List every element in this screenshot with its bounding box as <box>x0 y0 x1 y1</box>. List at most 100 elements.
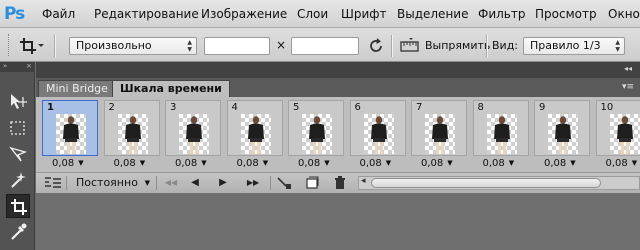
frame-delay-select[interactable]: 0,08 ▼ <box>52 158 84 169</box>
menu-view[interactable]: Просмотр <box>535 7 597 21</box>
animation-frame[interactable]: 7 0,08 ▼ <box>411 100 467 170</box>
frames-scrollbar[interactable]: ◂ <box>358 176 640 190</box>
quick-selection-tool[interactable] <box>6 168 30 192</box>
scrollbar-thumb[interactable] <box>371 178 601 188</box>
height-input[interactable] <box>291 37 359 55</box>
animation-frame[interactable]: 8 0,08 ▼ <box>472 100 529 170</box>
frame-cell[interactable]: 2 <box>103 100 160 156</box>
animation-frame[interactable]: 6 0,08 ▼ <box>349 100 406 170</box>
straighten-button[interactable]: Выпрямить <box>425 39 490 52</box>
frame-number: 6 <box>354 102 361 113</box>
dropdown-arrow-icon: ▼ <box>324 159 330 167</box>
person-figure-icon <box>247 116 264 154</box>
panel-menu-icon[interactable]: ▾≡ <box>622 82 634 92</box>
person-figure-icon <box>555 116 571 154</box>
collapse-icon[interactable]: » <box>3 62 7 70</box>
crop-tool[interactable] <box>6 194 30 218</box>
frame-delay-select[interactable]: 0,08 ▼ <box>175 158 207 169</box>
frame-delay-select[interactable]: 0,08 ▼ <box>544 158 576 169</box>
scroll-left-icon[interactable]: ◂ <box>361 176 366 186</box>
frame-cell[interactable]: 8 <box>472 100 529 156</box>
move-tool[interactable] <box>6 90 30 114</box>
frame-number: 5 <box>293 102 300 113</box>
animation-frame[interactable]: 3 0,08 ▼ <box>165 100 221 170</box>
crop-icon <box>20 38 44 54</box>
frame-cell[interactable]: 3 <box>165 100 221 156</box>
eyedropper-tool[interactable] <box>6 220 30 244</box>
crop-tool-preset-button[interactable] <box>18 36 44 56</box>
frame-thumbnail[interactable] <box>117 114 148 154</box>
duplicate-frame-button[interactable] <box>304 175 320 191</box>
frame-thumbnail[interactable] <box>425 114 455 154</box>
crop-ratio-value: Произвольно <box>76 39 152 52</box>
frame-thumbnail[interactable] <box>548 114 578 154</box>
menu-window[interactable]: Окно <box>608 7 640 21</box>
menu-layers[interactable]: Слои <box>297 7 328 21</box>
frame-cell[interactable]: 4 <box>226 100 283 156</box>
tween-button[interactable] <box>276 175 294 191</box>
frame-delay-select[interactable]: 0,08 ▼ <box>114 158 146 169</box>
frame-cell[interactable]: 1 <box>42 100 98 156</box>
ps-logo: Ps <box>4 4 25 24</box>
crop-ratio-select[interactable]: Произвольно ▲ ▼ <box>69 37 197 55</box>
frame-delay-select[interactable]: 0,08 ▼ <box>298 158 330 169</box>
next-frame-button[interactable]: ▶▶ <box>242 175 264 191</box>
frame-delay-select[interactable]: 0,08 ▼ <box>606 158 638 169</box>
frame-delay-select[interactable]: 0,08 ▼ <box>421 158 453 169</box>
clear-button[interactable] <box>367 37 385 55</box>
convert-to-video-button[interactable] <box>44 175 62 191</box>
frame-thumbnail[interactable] <box>240 114 271 154</box>
animation-frame[interactable]: 2 0,08 ▼ <box>103 100 160 170</box>
animation-frame[interactable]: 4 0,08 ▼ <box>226 100 283 170</box>
menu-image[interactable]: Изображение <box>201 7 287 21</box>
panel-tab-row: Mini Bridge Шкала времени ▾≡ <box>36 78 640 97</box>
frame-thumbnail[interactable] <box>302 114 332 154</box>
collapse-panels-icon[interactable]: ◂◂ <box>624 64 632 73</box>
menu-type[interactable]: Шрифт <box>341 7 387 21</box>
previous-frame-button[interactable]: ◀ <box>186 175 204 191</box>
close-icon[interactable]: × <box>26 62 32 70</box>
control-divider <box>270 176 271 190</box>
menu-filter[interactable]: Фильтр <box>478 7 525 21</box>
frame-cell[interactable]: 9 <box>534 100 590 156</box>
frame-thumbnail[interactable] <box>363 114 394 154</box>
menu-select[interactable]: Выделение <box>397 7 468 21</box>
panel-dock-header[interactable]: ◂◂ <box>36 62 640 78</box>
frame-cell[interactable]: 6 <box>349 100 406 156</box>
frame-delay-select[interactable]: 0,08 ▼ <box>483 158 515 169</box>
loop-value: Постоянно <box>76 176 138 189</box>
frame-thumbnail[interactable] <box>179 114 209 154</box>
marquee-tool[interactable] <box>6 116 30 140</box>
frame-thumbnail[interactable] <box>609 114 640 154</box>
person-figure-icon <box>309 116 325 154</box>
dropdown-arrow-icon: ▼ <box>201 159 207 167</box>
animation-frame[interactable]: 1 0,08 ▼ <box>42 100 98 170</box>
play-button[interactable]: ▶ <box>214 175 232 191</box>
animation-frame[interactable]: 10 0,08 ▼ <box>595 100 640 170</box>
options-grip[interactable] <box>8 34 11 56</box>
frame-cell[interactable]: 7 <box>411 100 467 156</box>
overlay-view-select[interactable]: Правило 1/3 ▲ ▼ <box>523 37 625 55</box>
straighten-icon[interactable] <box>400 38 420 54</box>
menu-edit[interactable]: Редактирование <box>94 7 199 21</box>
animation-frame[interactable]: 9 0,08 ▼ <box>534 100 590 170</box>
tools-panel-header[interactable]: » × <box>0 62 35 72</box>
frame-delay-select[interactable]: 0,08 ▼ <box>360 158 392 169</box>
tab-mini-bridge[interactable]: Mini Bridge <box>38 80 116 97</box>
tween-icon <box>277 177 291 189</box>
loop-select[interactable]: Постоянно ▼ <box>70 175 150 191</box>
frame-delay-select[interactable]: 0,08 ▼ <box>237 158 269 169</box>
width-input[interactable] <box>204 37 270 55</box>
frame-cell[interactable]: 5 <box>288 100 344 156</box>
first-frame-button[interactable]: ◀◀ <box>160 175 182 191</box>
frame-thumbnail[interactable] <box>56 114 86 154</box>
frame-thumbnail[interactable] <box>486 114 517 154</box>
person-figure-icon <box>370 116 387 154</box>
dropdown-arrow-icon: ▼ <box>570 159 576 167</box>
lasso-tool[interactable] <box>6 142 30 166</box>
delete-frame-button[interactable] <box>332 175 348 191</box>
menu-file[interactable]: Файл <box>42 7 75 21</box>
frame-cell[interactable]: 10 <box>595 100 640 156</box>
animation-frame[interactable]: 5 0,08 ▼ <box>288 100 344 170</box>
tab-timeline[interactable]: Шкала времени <box>112 80 230 97</box>
